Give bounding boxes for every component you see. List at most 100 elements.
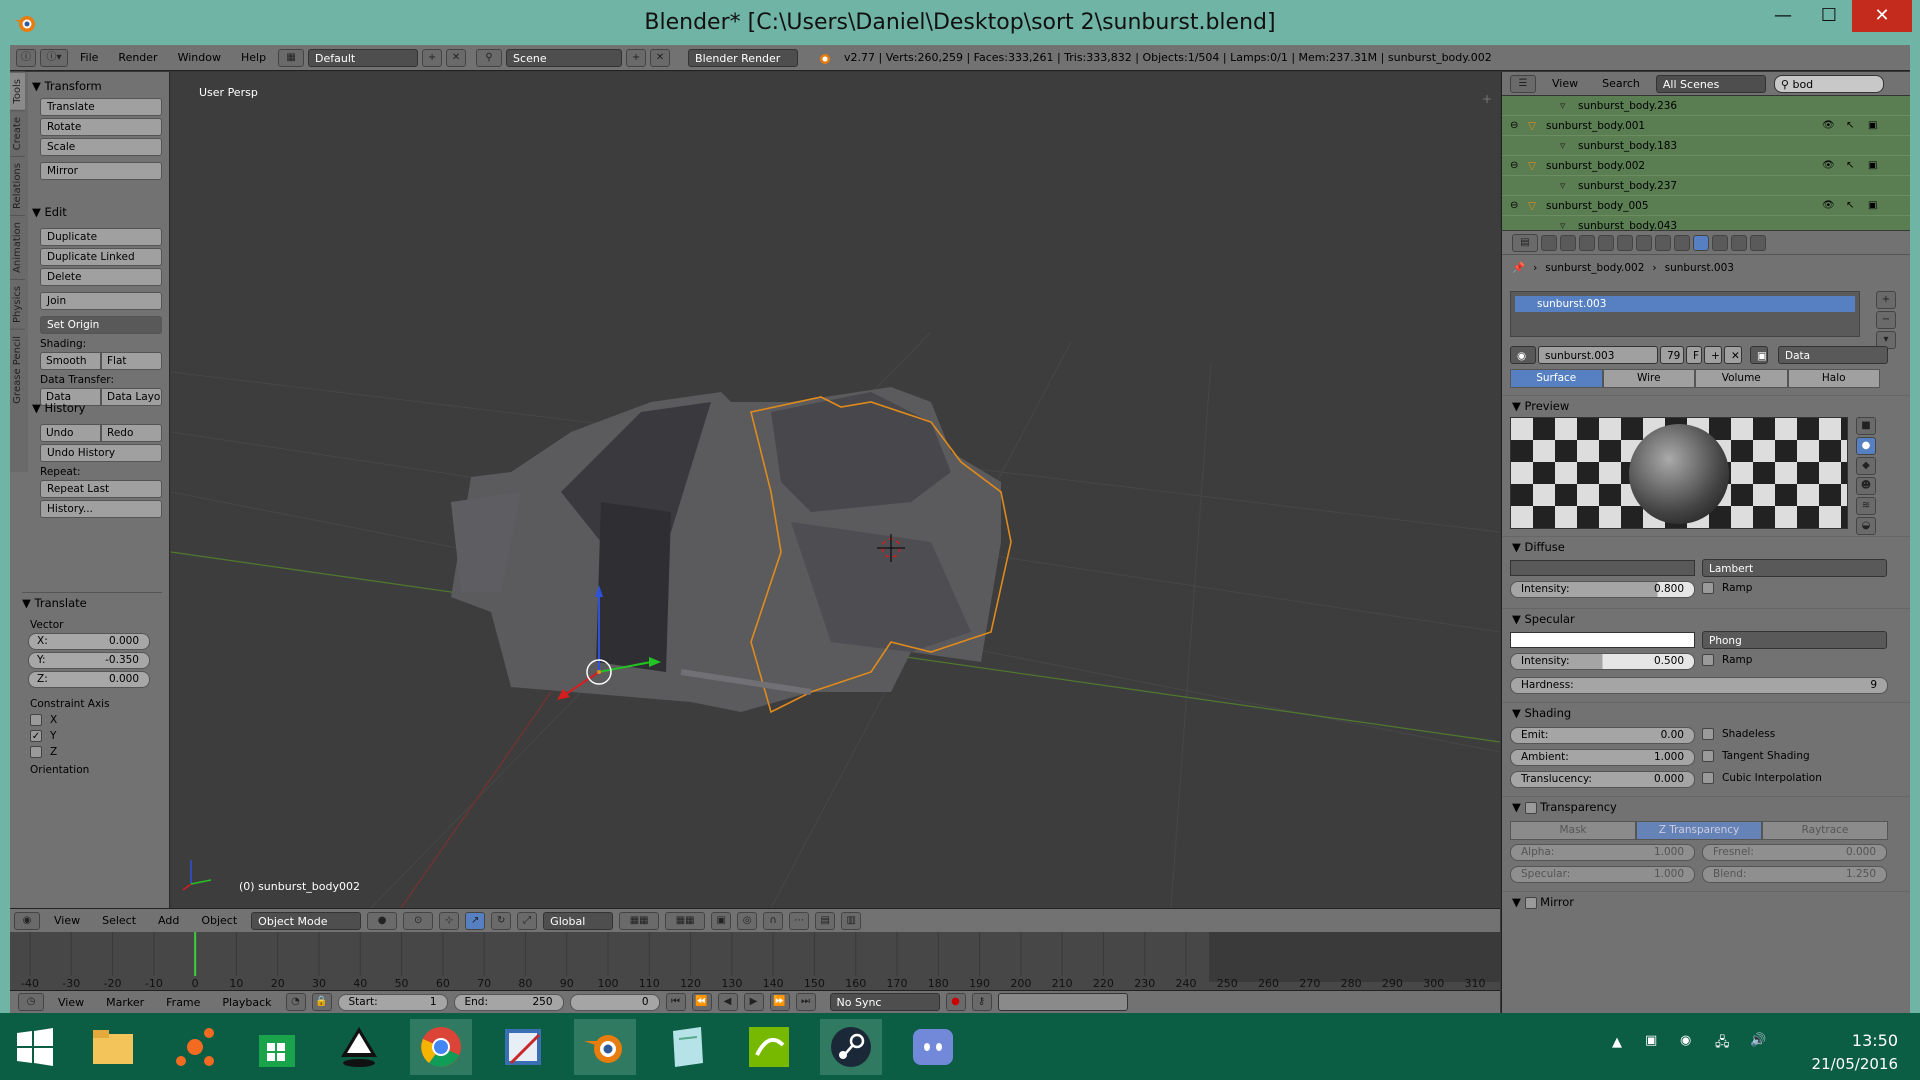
preview-monkey-icon[interactable]: ☻ — [1856, 477, 1876, 495]
translate-button[interactable]: Translate — [40, 98, 162, 116]
repeat-last-button[interactable]: Repeat Last — [40, 480, 162, 498]
inkscape-button[interactable] — [328, 1019, 390, 1075]
transparency-specular-field[interactable]: Specular: 1.000 — [1510, 866, 1695, 883]
file-explorer-button[interactable] — [82, 1019, 144, 1075]
diffuse-panel-header[interactable]: ▼ Diffuse — [1502, 536, 1910, 556]
link-dropdown[interactable]: Data — [1778, 346, 1888, 364]
select-cursor-icon[interactable]: ↖ — [1846, 196, 1854, 216]
screen-layout-field[interactable]: Default — [308, 48, 419, 67]
tab-z-transparency[interactable]: Z Transparency — [1636, 821, 1762, 840]
next-keyframe-icon[interactable]: ⏩ — [769, 993, 790, 1011]
shading-panel-header[interactable]: ▼ Shading — [1502, 702, 1910, 722]
record-icon[interactable]: ● — [945, 993, 966, 1011]
material-tab-icon[interactable] — [1693, 234, 1709, 251]
undo-button[interactable]: Undo — [40, 424, 101, 442]
rotate-manipulator-icon[interactable]: ↻ — [491, 911, 512, 930]
diffuse-color-swatch[interactable] — [1510, 560, 1695, 576]
outliner-search-input[interactable]: ⚲ bod — [1773, 74, 1884, 93]
start-frame-field[interactable]: Start: 1 — [337, 993, 448, 1011]
tab-relations[interactable]: Relations — [10, 155, 25, 215]
visibility-eye-icon[interactable]: 👁 — [1822, 196, 1835, 216]
current-frame-field[interactable]: 0 — [569, 993, 660, 1011]
pivot-point-icon[interactable]: ⊙ — [403, 911, 434, 930]
scale-manipulator-icon[interactable]: ⤢ — [517, 911, 538, 930]
snap-element-icon[interactable]: ⋯ — [789, 911, 810, 930]
constraint-x-checkbox[interactable]: X — [30, 714, 162, 726]
tab-animation[interactable]: Animation — [10, 214, 25, 279]
discord-button[interactable] — [902, 1019, 964, 1075]
start-button[interactable] — [4, 1019, 66, 1075]
flat-button[interactable]: Flat — [101, 352, 162, 370]
3d-viewport[interactable]: User Persp (0) sunburst_body002 + — [171, 72, 1500, 908]
preview-sphere-icon[interactable]: ● — [1856, 437, 1876, 455]
origin-app-button[interactable] — [164, 1019, 226, 1075]
fake-user-button[interactable]: F — [1686, 346, 1702, 364]
smooth-button[interactable]: Smooth — [40, 352, 101, 370]
outliner-row[interactable]: ▿ sunburst_body.236 — [1502, 96, 1910, 116]
menu-render[interactable]: Render — [110, 51, 165, 64]
prev-keyframe-icon[interactable]: ⏪ — [691, 993, 712, 1011]
mirror-panel-header[interactable]: ▼ Mirror — [1502, 891, 1910, 911]
pin-icon[interactable]: 📌 — [1512, 261, 1525, 274]
material-users-count[interactable]: 79 — [1660, 346, 1684, 364]
store-button[interactable] — [246, 1019, 308, 1075]
object-tab-icon[interactable] — [1617, 234, 1633, 251]
render-engine-dropdown[interactable]: Blender Render — [688, 48, 799, 67]
outliner-menu-search[interactable]: Search — [1594, 77, 1648, 90]
screen-layout-icon[interactable]: ▦ — [278, 48, 305, 67]
outliner-row[interactable]: ▿ sunburst_body.237 — [1502, 176, 1910, 196]
sync-dropdown[interactable]: No Sync — [829, 993, 940, 1011]
add-slot-icon[interactable]: + — [1876, 291, 1896, 309]
maximize-button[interactable]: ☐ — [1806, 0, 1852, 32]
jump-end-icon[interactable]: ⏭ — [795, 993, 816, 1011]
menu-select[interactable]: Select — [94, 914, 144, 927]
menu-file[interactable]: File — [72, 51, 106, 64]
texture-tab-icon[interactable] — [1712, 234, 1728, 251]
menu-help[interactable]: Help — [233, 51, 274, 64]
layers-grid-2-icon[interactable]: ▦▦ — [665, 911, 706, 930]
menu-window[interactable]: Window — [170, 51, 229, 64]
render-tab-icon[interactable] — [1541, 234, 1557, 251]
tray-chrome-icon[interactable]: ◉ — [1680, 1033, 1691, 1048]
visibility-eye-icon[interactable]: 👁 — [1822, 156, 1835, 176]
render-camera-icon[interactable]: ▣ — [1868, 156, 1877, 176]
rotate-button[interactable]: Rotate — [40, 118, 162, 136]
render-animation-icon[interactable]: ▥ — [841, 911, 862, 930]
material-name-field[interactable]: sunburst.003 — [1538, 346, 1658, 364]
specular-panel-header[interactable]: ▼ Specular — [1502, 608, 1910, 628]
translate-manipulator-icon[interactable]: ↗ — [465, 911, 486, 930]
preview-flat-icon[interactable]: ■ — [1856, 417, 1876, 435]
tab-mask[interactable]: Mask — [1510, 821, 1636, 840]
preview-cube-icon[interactable]: ◆ — [1856, 457, 1876, 475]
new-material-icon[interactable]: + — [1704, 346, 1722, 364]
tab-raytrace[interactable]: Raytrace — [1762, 821, 1888, 840]
nvidia-app-button[interactable] — [738, 1019, 800, 1075]
viewport-shading-icon[interactable]: ● — [367, 911, 398, 930]
tab-wire[interactable]: Wire — [1602, 369, 1695, 388]
menu-view[interactable]: View — [46, 914, 88, 927]
world-tab-icon[interactable] — [1598, 234, 1614, 251]
play-reverse-icon[interactable]: ◀ — [717, 993, 738, 1011]
diffuse-shader-dropdown[interactable]: Lambert — [1702, 559, 1887, 577]
material-slot-item[interactable]: sunburst.003 — [1515, 296, 1855, 312]
constraints-tab-icon[interactable] — [1636, 234, 1652, 251]
delete-button[interactable]: Delete — [40, 268, 162, 286]
specular-color-swatch[interactable] — [1510, 632, 1695, 648]
timeline-menu-view[interactable]: View — [50, 996, 92, 1009]
vector-y-field[interactable]: Y: -0.350 — [28, 652, 150, 669]
lock-layers-icon[interactable]: ▣ — [711, 911, 732, 930]
outliner-menu-view[interactable]: View — [1544, 77, 1586, 90]
diffuse-intensity-slider[interactable]: Intensity: 0.800 — [1510, 581, 1695, 598]
set-origin-dropdown[interactable]: Set Origin — [40, 316, 162, 334]
mirror-button[interactable]: Mirror — [40, 162, 162, 180]
tab-create[interactable]: Create — [10, 109, 25, 156]
timeline-area[interactable]: -40 -30 -20 -10 0 10 20 30 40 50 60 70 80 90 100 110 120… — [10, 932, 1500, 990]
history-button[interactable]: History... — [40, 500, 162, 518]
join-button[interactable]: Join — [40, 292, 162, 310]
blend-field[interactable]: Blend: 1.250 — [1702, 866, 1887, 883]
blender-taskbar-button[interactable] — [574, 1019, 636, 1075]
snap-toggle-icon[interactable]: ∩ — [763, 911, 784, 930]
mode-dropdown[interactable]: Object Mode — [251, 911, 362, 930]
outliner-row[interactable]: ▿ sunburst_body.183 — [1502, 136, 1910, 156]
paint-app-button[interactable] — [492, 1019, 554, 1075]
